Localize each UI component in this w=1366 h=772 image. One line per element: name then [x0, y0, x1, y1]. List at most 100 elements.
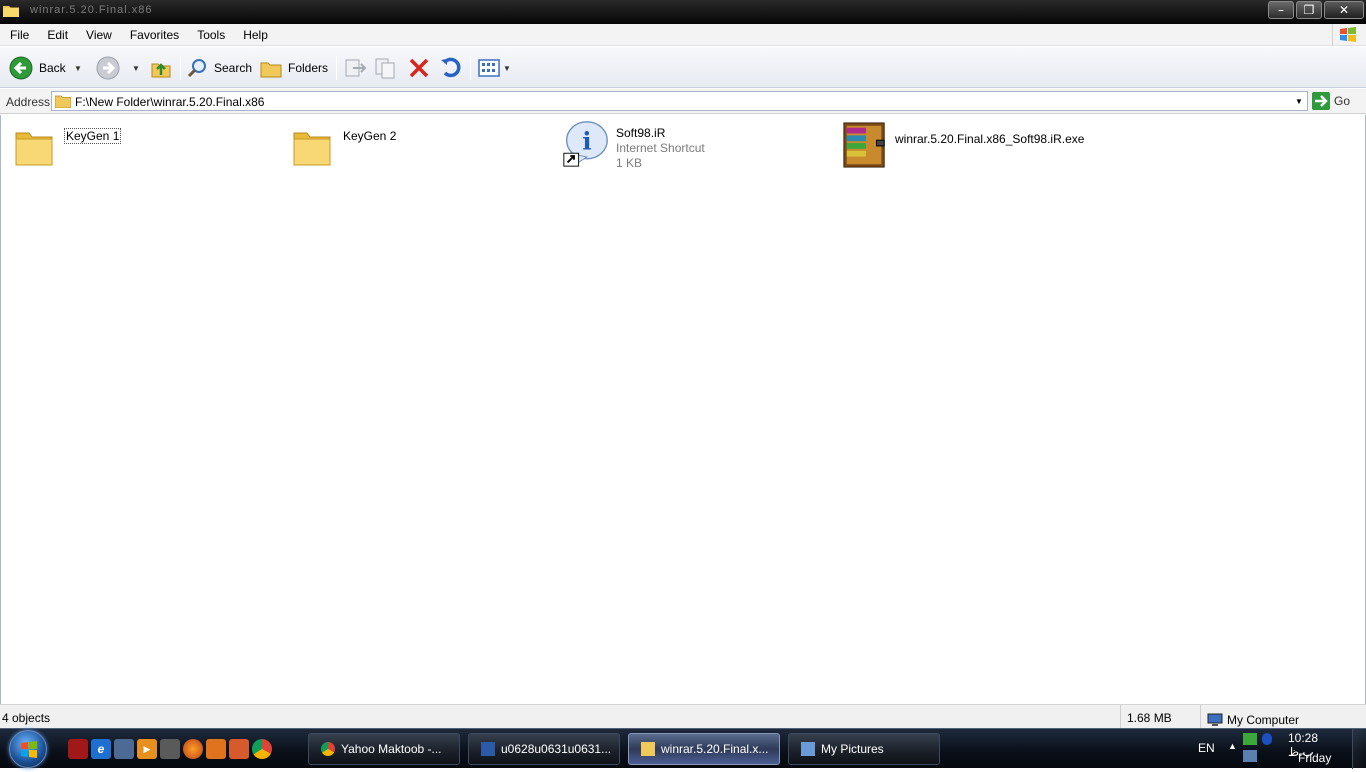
- go-label: Go: [1334, 94, 1351, 108]
- menu-help[interactable]: Help: [234, 25, 277, 45]
- folder-icon: [55, 95, 71, 108]
- back-button[interactable]: Back: [9, 54, 66, 82]
- forward-dropdown[interactable]: ▼: [132, 54, 140, 82]
- search-icon: [187, 59, 206, 78]
- taskbar-item-my-pictures[interactable]: My Pictures: [788, 733, 940, 765]
- move-to-button[interactable]: [343, 54, 367, 82]
- status-bar: 4 objects 1.68 MB My Computer: [0, 704, 1366, 729]
- move-to-icon: [345, 59, 367, 77]
- menu-favorites[interactable]: Favorites: [121, 25, 188, 45]
- file-item-winrar-exe[interactable]: winrar.5.20.Final.x86_Soft98.iR.exe: [841, 121, 1084, 173]
- clock-day[interactable]: Friday: [1298, 751, 1331, 765]
- undo-button[interactable]: [439, 54, 463, 82]
- up-folder-button[interactable]: [150, 54, 172, 82]
- start-button[interactable]: [9, 730, 47, 768]
- task-label: winrar.5.20.Final.x...: [661, 742, 769, 756]
- quick-launch: e ▶: [68, 739, 275, 759]
- word-icon: [481, 742, 495, 756]
- file-name: KeyGen 2: [343, 129, 397, 143]
- phone-icon[interactable]: [160, 739, 180, 759]
- undo-icon: [441, 57, 461, 78]
- file-name: KeyGen 1: [63, 128, 122, 144]
- total-size: 1.68 MB: [1120, 705, 1200, 729]
- close-icon: ✕: [1338, 3, 1350, 17]
- folders-button[interactable]: Folders: [260, 54, 328, 82]
- window-title: winrar.5.20.Final.x86: [30, 4, 153, 16]
- computer-icon: [1207, 713, 1223, 726]
- forward-arrow-icon: [96, 56, 120, 80]
- views-button[interactable]: ▼: [478, 54, 511, 82]
- back-arrow-icon: [9, 56, 33, 80]
- file-item-soft98-shortcut[interactable]: i Soft98.iR Internet Shortcut 1 KB: [562, 120, 705, 172]
- show-desktop-icon[interactable]: [114, 739, 134, 759]
- pictures-icon: [801, 742, 815, 756]
- firefox-icon[interactable]: [183, 739, 203, 759]
- file-name: winrar.5.20.Final.x86_Soft98.iR.exe: [895, 132, 1085, 146]
- show-hidden-icons-icon[interactable]: ▲: [1228, 741, 1237, 751]
- back-dropdown[interactable]: ▼: [74, 54, 82, 82]
- chrome-icon: [321, 742, 335, 756]
- copy-to-icon: [375, 58, 395, 79]
- folder-icon: [3, 6, 19, 17]
- language-indicator[interactable]: EN: [1198, 741, 1215, 755]
- file-size: 1 KB: [616, 156, 643, 170]
- up-folder-icon: [151, 63, 171, 78]
- back-label: Back: [39, 61, 66, 75]
- tray-app-icon[interactable]: [1243, 750, 1257, 762]
- restore-icon: ❐: [1303, 3, 1315, 17]
- folders-label: Folders: [288, 61, 329, 75]
- file-item-keygen-1[interactable]: KeyGen 1: [11, 123, 122, 175]
- network-icon[interactable]: [1243, 733, 1257, 745]
- tool-app-icon[interactable]: [229, 739, 249, 759]
- svg-text:i: i: [582, 127, 591, 156]
- file-list[interactable]: KeyGen 1 KeyGen 2 i Soft98.iR Internet S…: [0, 115, 1366, 704]
- minimize-icon: –: [1278, 3, 1284, 17]
- chevron-down-icon: ▼: [132, 63, 140, 73]
- search-button[interactable]: Search: [186, 54, 252, 82]
- taskbar-item-word[interactable]: u0628u0631u0631...: [468, 733, 620, 765]
- forward-button[interactable]: [96, 54, 120, 82]
- copy-to-button[interactable]: [374, 54, 398, 82]
- address-path: F:\New Folder\winrar.5.20.Final.x86: [75, 95, 265, 109]
- media-app-icon[interactable]: [206, 739, 226, 759]
- toolbar: Back ▼ ▼ Search Folders ▼: [0, 47, 1366, 88]
- windows-flag-icon: [1332, 24, 1362, 46]
- menu-view[interactable]: View: [77, 25, 121, 45]
- antivirus-icon[interactable]: [68, 739, 88, 759]
- address-label: Address: [6, 95, 51, 109]
- go-button[interactable]: Go: [1312, 92, 1350, 110]
- file-name: Soft98.iR: [616, 126, 666, 140]
- window-controls: – ❐ ✕: [1268, 0, 1366, 22]
- menu-file[interactable]: File: [0, 25, 38, 45]
- taskbar-item-winrar-folder[interactable]: winrar.5.20.Final.x...: [628, 733, 780, 765]
- file-item-keygen-2[interactable]: KeyGen 2: [289, 123, 396, 175]
- taskbar: e ▶ Yahoo Maktoob -... u0628u0631u0631..…: [0, 728, 1366, 769]
- menu-bar: File Edit View Favorites Tools Help: [0, 24, 1366, 46]
- views-icon: [478, 59, 500, 77]
- menu-tools[interactable]: Tools: [188, 25, 234, 45]
- bluetooth-icon[interactable]: [1262, 733, 1272, 745]
- go-arrow-icon: [1312, 92, 1330, 110]
- address-input[interactable]: F:\New Folder\winrar.5.20.Final.x86 ▼: [51, 91, 1308, 111]
- address-dropdown[interactable]: ▼: [1291, 92, 1307, 110]
- delete-button[interactable]: [407, 54, 431, 82]
- winrar-archive-icon: [843, 122, 885, 168]
- object-count: 4 objects: [2, 711, 51, 725]
- restore-button[interactable]: ❐: [1296, 1, 1322, 19]
- taskbar-item-yahoo[interactable]: Yahoo Maktoob -...: [308, 733, 460, 765]
- media-player-icon[interactable]: ▶: [137, 739, 157, 759]
- chrome-icon[interactable]: [252, 739, 272, 759]
- chevron-down-icon: ▼: [74, 63, 82, 73]
- show-desktop-button[interactable]: [1352, 729, 1366, 769]
- internet-explorer-icon[interactable]: e: [91, 739, 111, 759]
- address-bar: Address F:\New Folder\winrar.5.20.Final.…: [0, 89, 1366, 114]
- title-bar: winrar.5.20.Final.x86 – ❐ ✕: [0, 0, 1366, 24]
- task-label: My Pictures: [821, 742, 884, 756]
- task-label: Yahoo Maktoob -...: [341, 742, 442, 756]
- windows-logo-icon: [21, 741, 37, 758]
- menu-edit[interactable]: Edit: [38, 25, 77, 45]
- close-button[interactable]: ✕: [1324, 1, 1364, 19]
- file-type: Internet Shortcut: [616, 141, 705, 155]
- delete-icon: [409, 58, 429, 78]
- minimize-button[interactable]: –: [1268, 1, 1294, 19]
